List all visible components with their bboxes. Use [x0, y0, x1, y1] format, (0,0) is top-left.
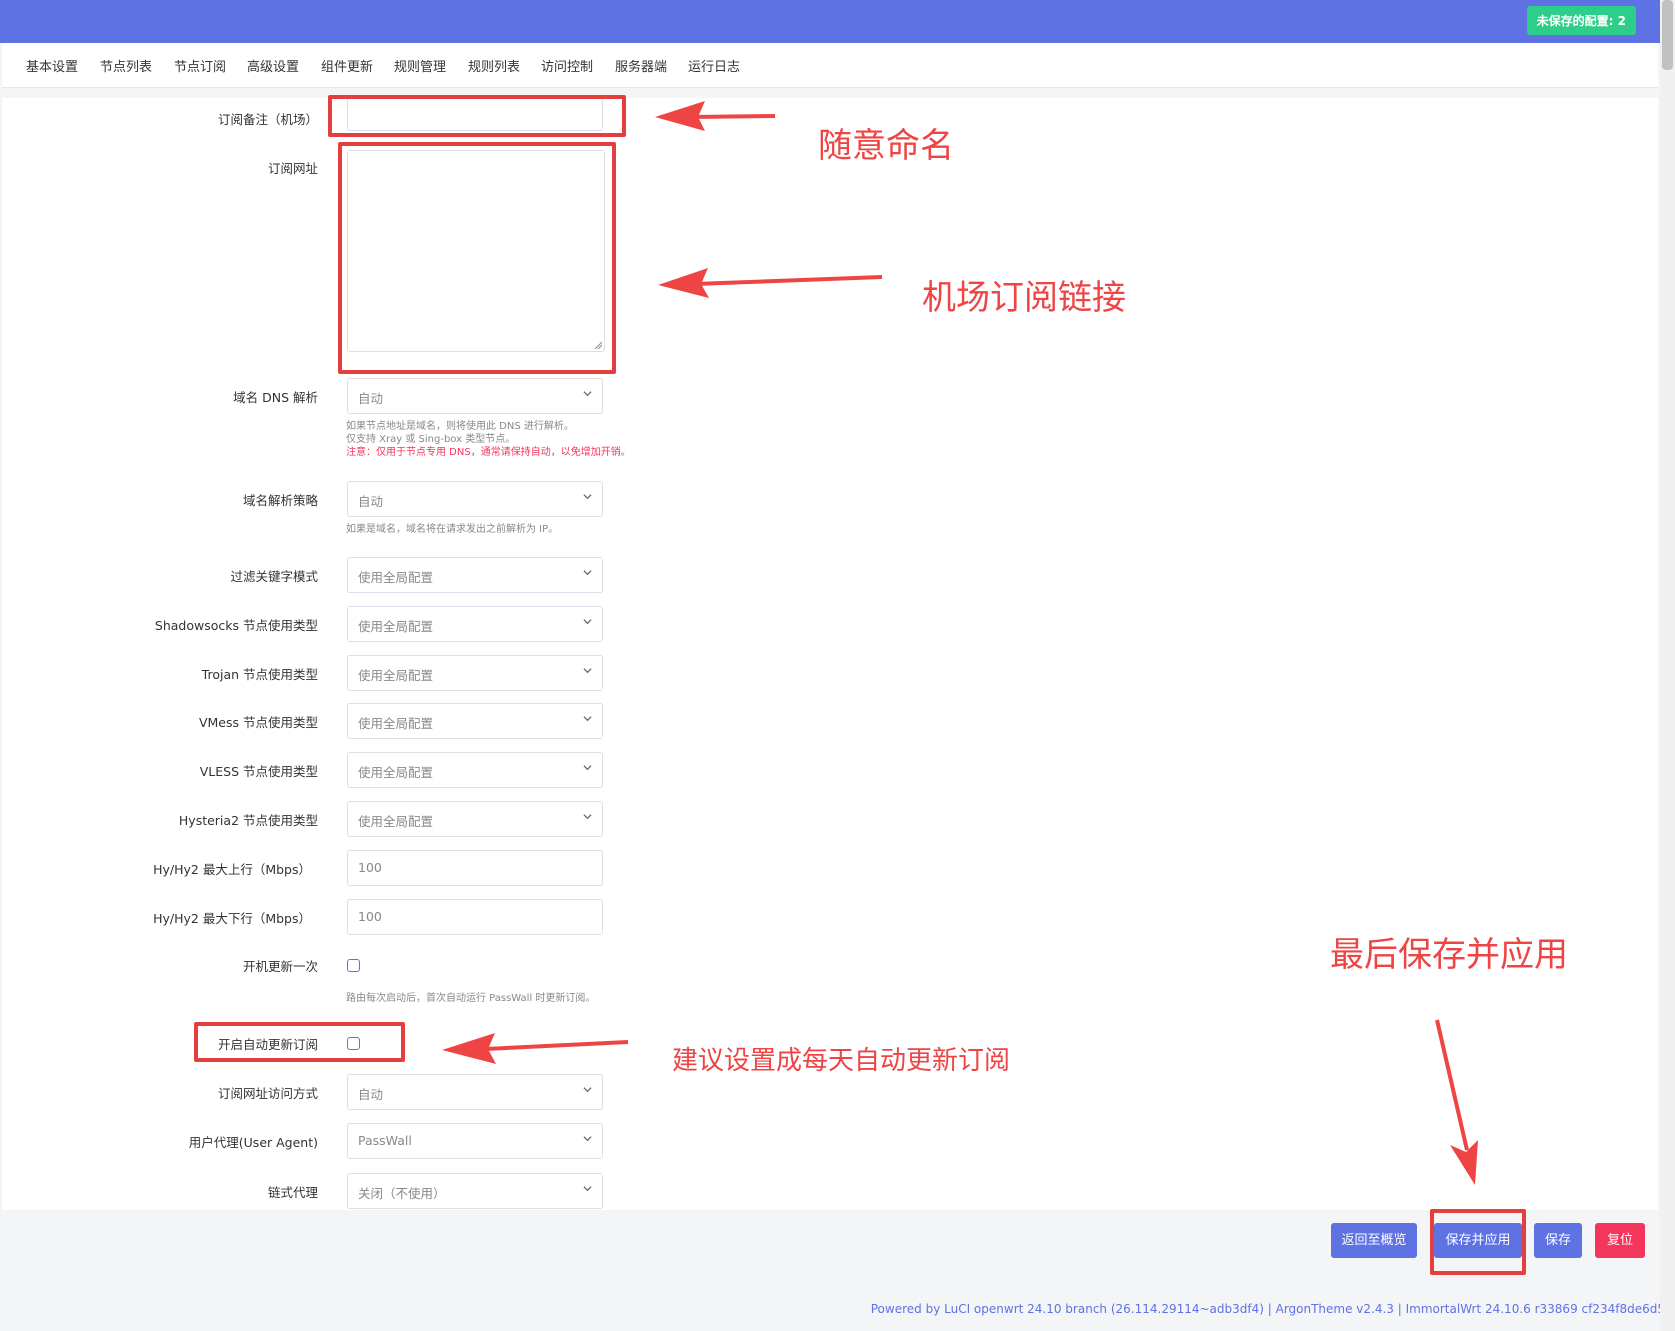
arrow-auto-update: [442, 1033, 629, 1064]
arrow-url: [658, 268, 883, 298]
arrow-remark: [655, 101, 776, 131]
reset-button[interactable]: 复位: [1595, 1223, 1645, 1258]
scrollbar-thumb[interactable]: [1662, 0, 1673, 70]
save-apply-button[interactable]: 保存并应用: [1434, 1223, 1522, 1258]
annotation-arrows: [442, 101, 1478, 1185]
annotation-auto-update: 建议设置成每天自动更新订阅: [672, 1046, 1011, 1076]
arrow-save-apply: [1435, 1019, 1478, 1185]
back-to-overview-button[interactable]: 返回至概览: [1331, 1223, 1417, 1258]
footer-credits: Powered by LuCI openwrt 24.10 branch (26…: [870, 1302, 1665, 1316]
page-scrollbar[interactable]: [1660, 0, 1675, 1331]
annotation-name-freely: 随意命名: [818, 126, 954, 166]
annotation-subscription-link: 机场订阅链接: [922, 278, 1126, 318]
save-button[interactable]: 保存: [1534, 1223, 1582, 1258]
annotation-save-apply: 最后保存并应用: [1330, 935, 1568, 975]
